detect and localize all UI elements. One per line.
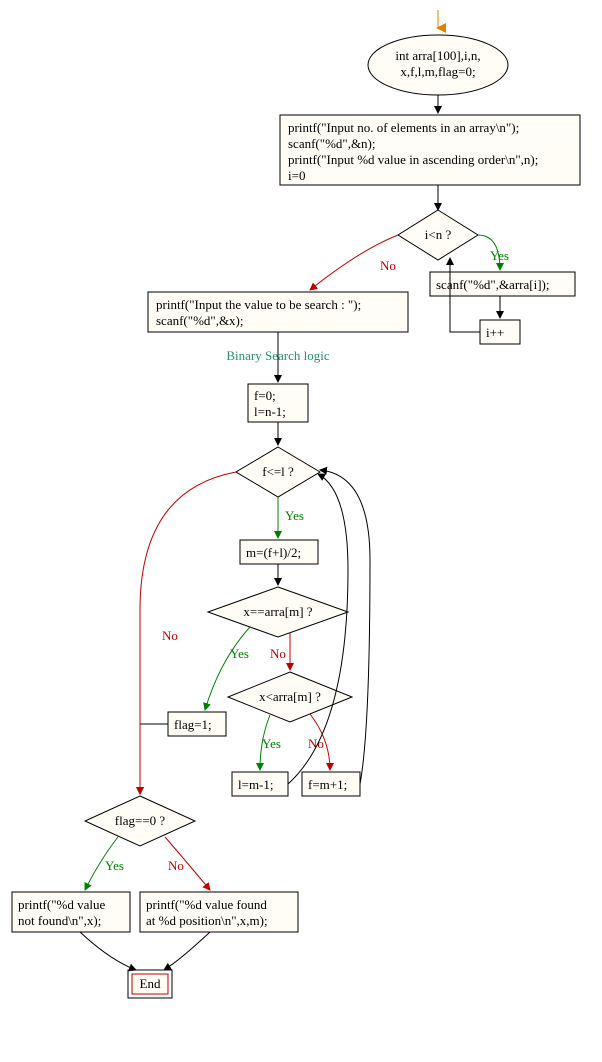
edge	[140, 724, 168, 794]
loopcond-text: i<n ?	[425, 227, 452, 242]
edge	[164, 932, 210, 970]
input1-l3: printf("Input %d value in ascending orde…	[288, 152, 538, 167]
inputx-l2: scanf("%d",&x);	[156, 313, 244, 328]
notfound-l2: not found\n",x);	[18, 913, 101, 928]
found-l1: printf("%d value found	[146, 897, 267, 912]
setl-text: l=m-1;	[238, 777, 274, 792]
mid-text: m=(f+l)/2;	[246, 545, 301, 560]
yes-label: Yes	[285, 508, 304, 523]
yes-label: Yes	[105, 858, 124, 873]
no-label: No	[168, 858, 184, 873]
flowchart-svg: int arra[100],i,n, x,f,l,m,flag=0; print…	[10, 10, 592, 1052]
input1-l1: printf("Input no. of elements in an arra…	[288, 120, 519, 135]
no-label: No	[308, 736, 324, 751]
eqcond-text: x==arra[m] ?	[243, 604, 312, 619]
edge	[80, 932, 136, 970]
no-label: No	[162, 628, 178, 643]
scanarr-text: scanf("%d",&arra[i]);	[436, 277, 549, 292]
end-text: End	[140, 976, 161, 991]
comment-text: Binary Search logic	[226, 348, 329, 363]
notfound-l1: printf("%d value	[18, 897, 105, 912]
yes-label: Yes	[230, 646, 249, 661]
decl-text2: x,f,l,m,flag=0;	[400, 64, 475, 79]
setf-text: f=m+1;	[308, 777, 347, 792]
yes-label: Yes	[490, 248, 509, 263]
init-l2: l=n-1;	[254, 404, 286, 419]
ltcond-text: x<arra[m] ?	[259, 689, 321, 704]
inputx-l1: printf("Input the value to be search : "…	[156, 297, 361, 312]
init-l1: f=0;	[254, 388, 276, 403]
flag1-text: flag=1;	[174, 717, 212, 732]
decl-text: int arra[100],i,n,	[395, 48, 480, 63]
edge-back	[320, 470, 370, 784]
no-label: No	[270, 646, 286, 661]
input1-l2: scanf("%d",&n);	[288, 136, 376, 151]
found-l2: at %d position\n",x,m);	[146, 913, 268, 928]
no-label: No	[380, 258, 396, 273]
input1-l4: i=0	[288, 168, 305, 183]
flagcond-text: flag==0 ?	[115, 813, 166, 828]
yes-label: Yes	[262, 736, 281, 751]
edge-no	[140, 472, 236, 794]
whilecond-text: f<=l ?	[262, 464, 294, 479]
incr-text: i++	[486, 325, 504, 340]
